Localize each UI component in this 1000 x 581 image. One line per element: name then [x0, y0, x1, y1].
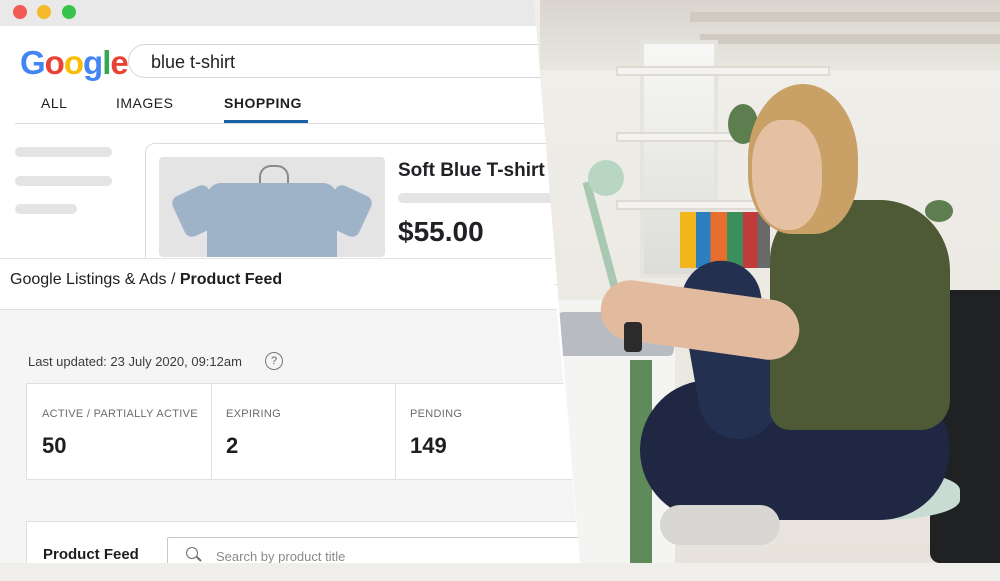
- last-updated-text: Last updated: 23 July 2020, 09:12am: [28, 354, 242, 369]
- logo-letter: o: [63, 44, 84, 81]
- maximize-window-button[interactable]: [62, 5, 76, 19]
- binders: [680, 212, 770, 268]
- stat-value: 149: [410, 433, 447, 458]
- tabs-divider: [15, 123, 575, 124]
- placeholder-line: [15, 176, 112, 186]
- product-image[interactable]: [159, 157, 385, 257]
- product-search-input[interactable]: Search by product title: [167, 537, 580, 564]
- product-title[interactable]: Soft Blue T-shirt: [398, 160, 545, 182]
- tab-shopping[interactable]: SHOPPING: [224, 95, 302, 111]
- search-icon: [186, 547, 198, 559]
- product-feed-section: Product Feed Search by product title: [26, 521, 580, 564]
- stat-label: ACTIVE / PARTIALLY ACTIVE: [42, 408, 198, 420]
- hanger: [259, 165, 289, 185]
- tab-images[interactable]: IMAGES: [116, 95, 173, 111]
- logo-letter: G: [20, 44, 46, 81]
- person-face: [752, 120, 822, 230]
- breadcrumb-parent[interactable]: Google Listings & Ads /: [10, 271, 180, 288]
- logo-letter: e: [110, 44, 128, 81]
- panel-header: Google Listings & Ads / Product Feed: [0, 259, 580, 310]
- stat-active: ACTIVE / PARTIALLY ACTIVE 50: [27, 384, 212, 479]
- person-torso: [770, 200, 950, 430]
- logo-letter: o: [44, 44, 65, 81]
- search-placeholder: Search by product title: [216, 549, 346, 564]
- breadcrumb-current: Product Feed: [179, 271, 283, 288]
- lamp-stem: [582, 181, 622, 299]
- logo-letter: l: [102, 44, 111, 81]
- ceiling-beam: [700, 34, 1000, 44]
- search-query: blue t-shirt: [151, 52, 236, 72]
- stat-value: 50: [42, 433, 67, 458]
- stats-summary: ACTIVE / PARTIALLY ACTIVE 50 EXPIRING 2 …: [26, 383, 580, 480]
- watch: [624, 322, 642, 352]
- product-feed-title: Product Feed: [43, 546, 139, 563]
- google-logo[interactable]: Google: [20, 44, 129, 82]
- ceiling-beam: [690, 12, 1000, 22]
- t-shirt: [207, 183, 337, 257]
- shoe: [660, 505, 780, 545]
- close-window-button[interactable]: [13, 5, 27, 19]
- product-price: $55.00: [398, 216, 484, 247]
- stat-value: 2: [226, 433, 239, 458]
- search-input[interactable]: blue t-shirt: [128, 44, 580, 78]
- minimize-window-button[interactable]: [37, 5, 51, 19]
- title-bar: [0, 0, 580, 26]
- product-feed-panel: Google Listings & Ads / Product Feed Las…: [0, 258, 580, 563]
- stat-label: PENDING: [410, 408, 463, 420]
- logo-letter: g: [83, 44, 103, 81]
- tab-all[interactable]: ALL: [41, 95, 67, 111]
- lamp: [588, 160, 624, 196]
- stat-label: EXPIRING: [226, 408, 281, 420]
- plant: [925, 200, 953, 222]
- placeholder-line: [15, 204, 77, 214]
- breadcrumb: Google Listings & Ads / Product Feed: [10, 271, 282, 289]
- shelf: [616, 66, 830, 76]
- placeholder-line: [15, 147, 112, 157]
- stat-expiring: EXPIRING 2: [211, 384, 396, 479]
- stat-pending: PENDING 149: [395, 384, 580, 479]
- help-icon[interactable]: ?: [265, 352, 283, 370]
